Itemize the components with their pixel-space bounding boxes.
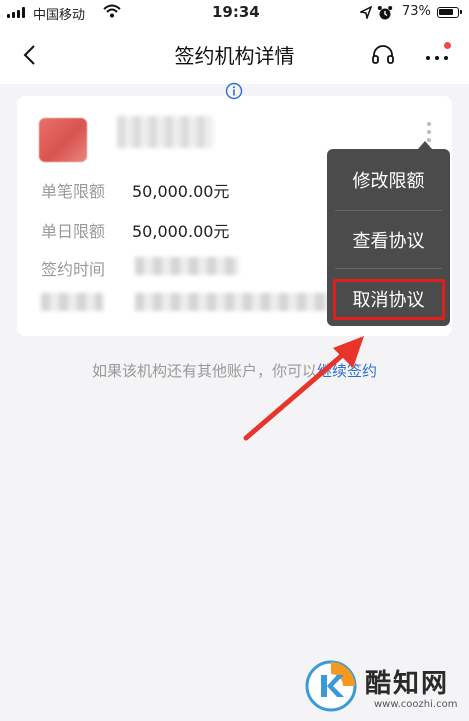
battery-icon (437, 7, 462, 18)
daily-limit-label: 单日限额 (41, 222, 106, 241)
sign-time-redacted (135, 257, 239, 275)
signal-icon (7, 7, 25, 18)
hint-text: 如果该机构还有其他账户，你可以继续签约 (0, 360, 469, 381)
annotation-arrow-icon (243, 336, 364, 441)
location-icon (358, 5, 373, 23)
account-number-redacted (135, 293, 330, 311)
back-icon (23, 45, 35, 65)
single-limit-label: 单笔限额 (41, 182, 106, 201)
more-button[interactable] (420, 38, 454, 72)
alarm-icon (377, 5, 393, 25)
modify-limit-menu-item[interactable]: 修改限额 (327, 151, 450, 209)
watermark-logo-icon (305, 660, 357, 712)
view-agreement-menu-item[interactable]: 查看协议 (327, 211, 450, 269)
headset-icon (372, 45, 394, 64)
menu-divider (335, 268, 442, 269)
status-bar: 中国移动 19:34 73% (0, 0, 469, 26)
watermark-url: www.coozhi.com (374, 699, 458, 710)
carrier-name: 中国移动 (33, 8, 86, 23)
account-label-redacted (41, 293, 103, 311)
bank-name-redacted (117, 116, 213, 148)
more-icon (426, 56, 448, 60)
info-icon[interactable] (225, 82, 243, 104)
sign-time-label: 签约时间 (41, 260, 106, 279)
customer-service-button[interactable] (366, 38, 400, 72)
watermark-name: 酷知网 (365, 669, 450, 699)
battery-percent: 73% (402, 4, 431, 19)
daily-limit-value: 50,000.00元 (132, 222, 230, 241)
bank-logo (39, 118, 87, 162)
wifi-icon (103, 4, 121, 22)
highlight-box (333, 279, 445, 320)
single-limit-value: 50,000.00元 (132, 182, 230, 201)
notification-badge (444, 42, 451, 49)
popup-caret (418, 141, 432, 149)
navigation-bar: 签约机构详情 (0, 26, 469, 84)
back-button[interactable] (12, 38, 46, 72)
status-time: 19:34 (212, 3, 260, 21)
